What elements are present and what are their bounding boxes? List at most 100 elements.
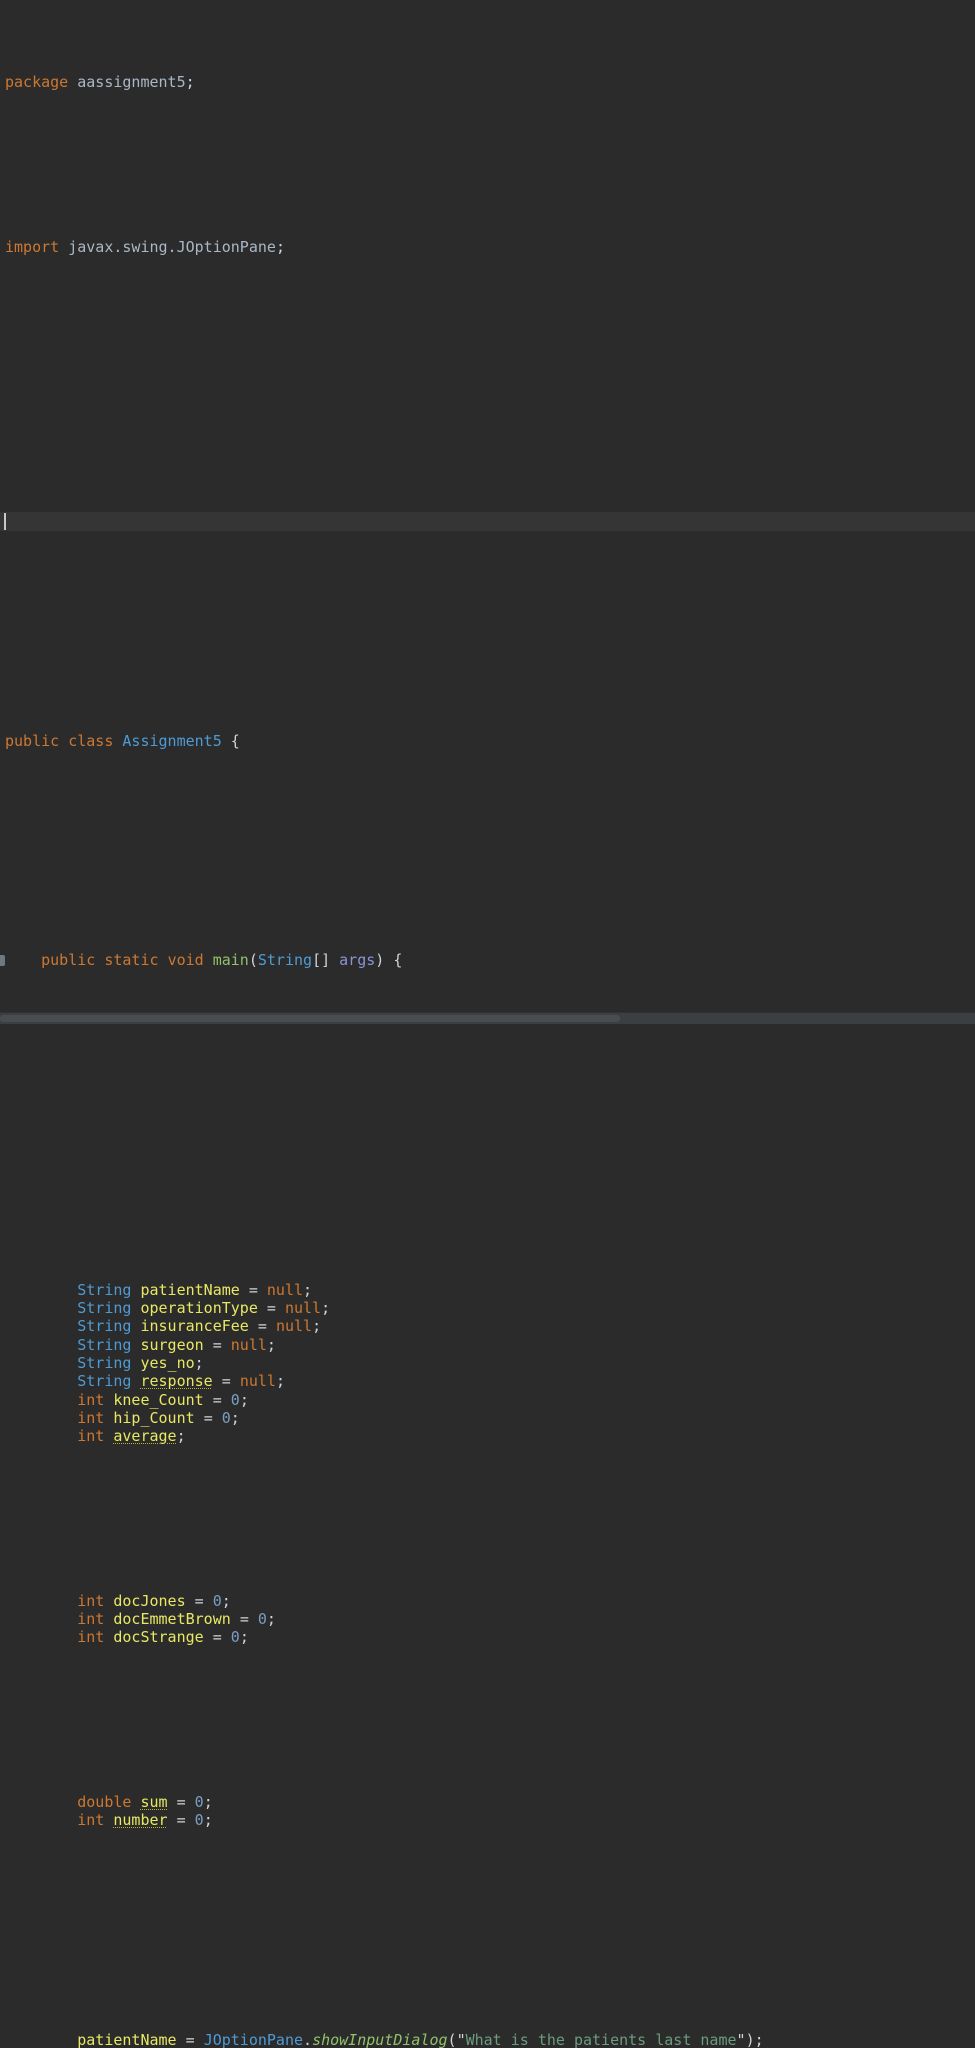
code-line-main-method[interactable]: public static void main(String[] args) { (0, 951, 975, 969)
code-line-blank[interactable] (0, 421, 975, 439)
declaration-value: null (266, 1280, 304, 1299)
code-line-blank[interactable] (0, 640, 975, 658)
declaration-value: 0 (194, 1793, 204, 1812)
assign-operator: = (212, 1628, 222, 1647)
declaration-value: null (239, 1372, 276, 1391)
code-line-declaration[interactable]: int average; (0, 1427, 975, 1445)
dialog-prompt-text: What is the patients last name (465, 2030, 737, 2048)
declaration-type: String (77, 1317, 132, 1336)
code-line-counter-declaration[interactable]: int docJones = 0; (0, 1592, 975, 1610)
code-line-blank[interactable] (0, 1500, 975, 1518)
dialog-block-one: patientName = JOptionPane.showInputDialo… (0, 2031, 975, 2048)
declaration-type: double (77, 1793, 132, 1812)
code-line-package[interactable]: package aassignment5; (0, 73, 975, 91)
current-line[interactable] (0, 512, 975, 531)
semicolon: ; (275, 1372, 285, 1391)
declaration-name: patientName (140, 1280, 240, 1299)
declaration-name: response (140, 1372, 213, 1391)
code-line-blank[interactable] (0, 1702, 975, 1720)
keyword-package: package (5, 73, 69, 92)
open-brace: { (230, 731, 240, 750)
assign-operator: = (257, 1317, 267, 1336)
declaration-type: int (77, 1408, 105, 1427)
code-line-blank[interactable] (0, 1080, 975, 1098)
run-gutter-icon[interactable] (0, 955, 5, 967)
keyword-class: class (68, 731, 114, 750)
param-type-string: String (257, 951, 313, 970)
semicolon: ; (321, 1299, 331, 1318)
keyword-public: public (5, 731, 60, 750)
code-line-blank[interactable] (0, 146, 975, 164)
code-line-blank[interactable] (0, 1134, 975, 1152)
horizontal-scrollbar[interactable] (0, 1012, 975, 1024)
declaration-name: number (113, 1811, 168, 1830)
code-line-blank[interactable] (0, 1939, 975, 1957)
semicolon: ; (239, 1628, 249, 1647)
joptionpane-class: JOptionPane (203, 2030, 304, 2048)
declaration-type: int (77, 1811, 105, 1830)
code-line-accumulator-declaration[interactable]: int number = 0; (0, 1811, 975, 1829)
keyword-public: public (41, 951, 96, 970)
close-paren: ) (375, 951, 385, 970)
code-line-declaration[interactable]: String operationType = null; (0, 1299, 975, 1317)
declaration-value: 0 (257, 1610, 267, 1629)
close-quote: " (736, 2030, 746, 2048)
assign-operator: = (239, 1610, 249, 1629)
declaration-type: int (77, 1610, 105, 1629)
code-line-counter-declaration[interactable]: int docStrange = 0; (0, 1628, 975, 1646)
dot-operator: . (303, 2030, 313, 2048)
declaration-value: null (284, 1299, 322, 1318)
declaration-name: docStrange (113, 1628, 204, 1647)
code-line-blank[interactable] (0, 1189, 975, 1207)
declaration-value: 0 (221, 1408, 231, 1427)
code-line-counter-declaration[interactable]: int docEmmetBrown = 0; (0, 1610, 975, 1628)
code-editor[interactable]: package aassignment5; import javax.swing… (0, 0, 975, 2048)
declaration-name: insuranceFee (140, 1317, 249, 1336)
semicolon: ; (312, 1317, 322, 1336)
array-brackets: [] (312, 951, 331, 970)
declaration-value: null (275, 1317, 313, 1336)
code-line-declaration[interactable]: String patientName = null; (0, 1281, 975, 1299)
declaration-name: sum (140, 1793, 168, 1812)
horizontal-scrollbar-thumb[interactable] (0, 1015, 620, 1022)
code-content[interactable]: package aassignment5; import javax.swing… (0, 0, 975, 2048)
assign-operator: = (212, 1390, 222, 1409)
semicolon: ; (176, 1427, 186, 1446)
param-args: args (339, 951, 376, 970)
assign-operator: = (266, 1299, 276, 1318)
code-line-blank[interactable] (0, 1885, 975, 1903)
assign-operator: = (176, 2030, 204, 2048)
declaration-name: average (113, 1427, 177, 1446)
code-line-blank[interactable] (0, 1025, 975, 1043)
method-name-main: main (212, 951, 249, 970)
accumulator-block: double sum = 0; int number = 0; (0, 1793, 975, 1830)
semicolon: ; (239, 1390, 249, 1409)
code-line-import[interactable]: import javax.swing.JOptionPane; (0, 238, 975, 256)
declaration-name: yes_no (140, 1353, 195, 1372)
class-name: Assignment5 (122, 731, 222, 750)
code-line-dialog-assignment[interactable]: patientName = JOptionPane.showInputDialo… (0, 2031, 975, 2048)
code-line-declaration[interactable]: String response = null; (0, 1372, 975, 1390)
semicolon: ; (185, 73, 195, 92)
code-line-accumulator-declaration[interactable]: double sum = 0; (0, 1793, 975, 1811)
import-path: javax.swing.JOptionPane (68, 237, 276, 256)
code-line-blank[interactable] (0, 860, 975, 878)
code-line-declaration[interactable]: String yes_no; (0, 1354, 975, 1372)
code-line-declaration[interactable]: int hip_Count = 0; (0, 1409, 975, 1427)
declaration-value: 0 (230, 1390, 240, 1409)
code-line-blank[interactable] (0, 311, 975, 329)
semicolon: ; (194, 1353, 204, 1372)
code-line-declaration[interactable]: int knee_Count = 0; (0, 1391, 975, 1409)
text-caret (4, 513, 6, 531)
declaration-name: hip_Count (113, 1408, 195, 1427)
open-paren: ( (447, 2030, 457, 2048)
declaration-name: operationType (140, 1299, 258, 1318)
code-line-declaration[interactable]: String insuranceFee = null; (0, 1317, 975, 1335)
code-line-blank[interactable] (0, 805, 975, 823)
code-line-class-declaration[interactable]: public class Assignment5 { (0, 732, 975, 750)
show-input-dialog-method: showInputDialog (312, 2030, 448, 2048)
declaration-name: surgeon (140, 1335, 204, 1354)
code-line-blank[interactable] (0, 586, 975, 604)
code-line-blank[interactable] (0, 366, 975, 384)
code-line-declaration[interactable]: String surgeon = null; (0, 1336, 975, 1354)
